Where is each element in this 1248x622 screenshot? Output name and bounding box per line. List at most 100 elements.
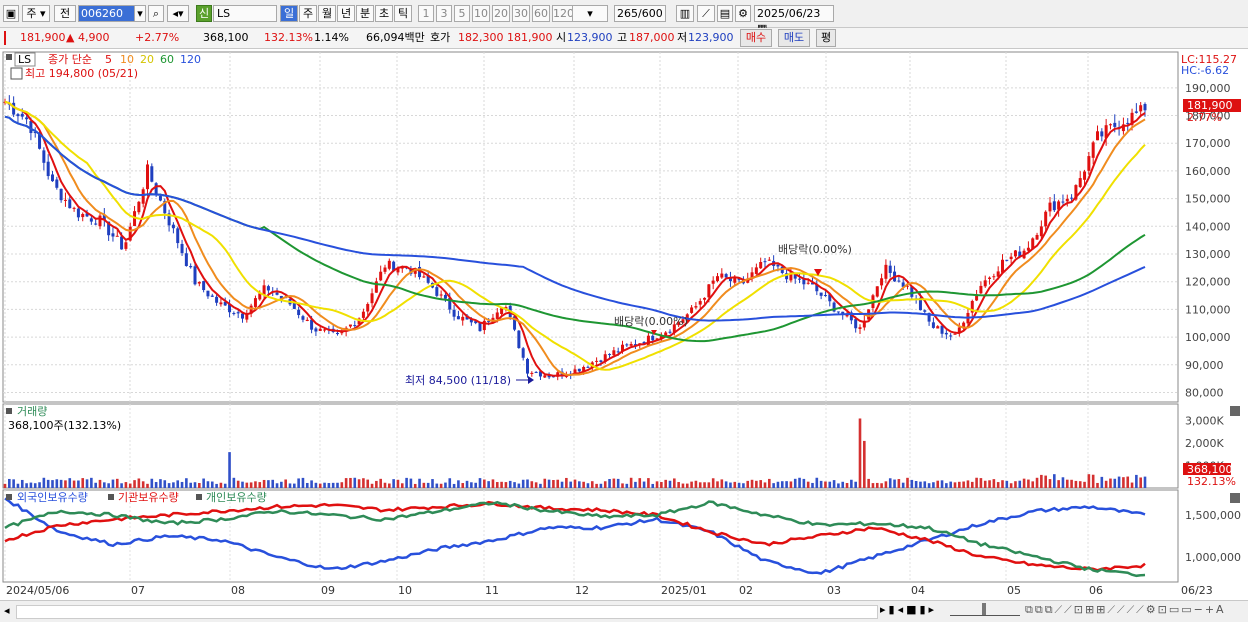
- volume-bar: [297, 478, 300, 488]
- stock-name-field[interactable]: LS: [213, 5, 277, 22]
- period-tab-2[interactable]: 월: [318, 5, 336, 22]
- volume-bar: [923, 481, 927, 488]
- chart-canvas[interactable]: 190,000180,000170,000160,000150,000140,0…: [0, 50, 1248, 600]
- period-tab-6[interactable]: 틱: [394, 5, 412, 22]
- trade-amount: 66,094백만: [366, 31, 425, 44]
- volume-bar: [111, 479, 115, 488]
- candle-body: [711, 280, 715, 284]
- volume-bar: [228, 452, 231, 488]
- volume-bar: [383, 482, 387, 488]
- volume-bar: [46, 479, 50, 488]
- volume-bar: [953, 482, 957, 488]
- speaker-icon[interactable]: ◂▾: [167, 5, 189, 22]
- stock-chart[interactable]: 190,000 180,000 170,000 160,000 150,000 140,0…: [0, 50, 1248, 600]
- volume-bar: [755, 480, 758, 488]
- candle-body: [370, 293, 374, 304]
- individual-menu-icon[interactable]: [196, 494, 202, 500]
- period-tab-3[interactable]: 년: [337, 5, 355, 22]
- interval-tab-30[interactable]: 30: [512, 5, 530, 22]
- current-price: 181,900: [20, 31, 66, 44]
- volume-bar: [1130, 482, 1134, 488]
- panel-menu-icon[interactable]: [6, 54, 12, 60]
- search-icon[interactable]: ⌕: [148, 5, 164, 22]
- candle-body: [1048, 202, 1052, 212]
- investor-menu-icon[interactable]: [6, 494, 12, 500]
- zoom-slider-handle[interactable]: [982, 603, 986, 615]
- volume-bar: [210, 481, 214, 488]
- volume-bar: [150, 478, 154, 488]
- lock-icon[interactable]: [10, 67, 23, 80]
- volume-menu-icon[interactable]: [6, 408, 12, 414]
- interval-tab-5[interactable]: 5: [454, 5, 470, 22]
- period-tab-4[interactable]: 분: [356, 5, 374, 22]
- interval-tab-120[interactable]: 120: [552, 5, 574, 22]
- interval-tab-10[interactable]: 10: [472, 5, 490, 22]
- interval-tab-3[interactable]: 3: [436, 5, 452, 22]
- interval-dropdown[interactable]: ▾: [572, 5, 608, 22]
- market-select[interactable]: 주 ▾: [22, 5, 50, 22]
- chevron-down-icon[interactable]: ▾: [134, 5, 146, 22]
- volume-bar: [448, 478, 452, 488]
- buy-button[interactable]: 매수: [740, 29, 772, 47]
- volume-bar: [55, 479, 59, 488]
- date-tick-label: 04: [911, 584, 925, 597]
- prev-button[interactable]: 전: [54, 5, 76, 22]
- gear-icon[interactable]: ⚙: [735, 5, 751, 22]
- interval-tab-60[interactable]: 60: [532, 5, 550, 22]
- candle-body: [495, 312, 499, 319]
- candle-body: [1052, 201, 1056, 211]
- investor-close-icon[interactable]: [1230, 493, 1240, 503]
- volume-bar: [949, 481, 952, 488]
- volume-bar: [258, 482, 262, 488]
- date-field[interactable]: 2025/06/23 ▦: [754, 5, 834, 35]
- panel-close-icon[interactable]: [1230, 406, 1240, 416]
- candle-icon[interactable]: ▥: [676, 5, 694, 22]
- window-icon[interactable]: ▣: [3, 5, 19, 22]
- volume-bar: [983, 480, 987, 488]
- period-tab-0[interactable]: 일: [280, 5, 298, 22]
- interval-tab-20[interactable]: 20: [492, 5, 510, 22]
- sell-button[interactable]: 매도: [778, 29, 810, 47]
- price-y-axis: 190,000180,000170,000160,000150,000140,0…: [1185, 82, 1231, 400]
- new-button[interactable]: 신: [196, 5, 212, 22]
- volume-bar: [362, 478, 365, 488]
- period-tab-5[interactable]: 초: [375, 5, 393, 22]
- candle-body: [12, 102, 16, 115]
- candle-body: [1139, 105, 1143, 112]
- count-field[interactable]: 265/600: [614, 5, 666, 22]
- candle-body: [461, 316, 465, 321]
- candle-body: [875, 286, 879, 297]
- volume-bar: [388, 483, 391, 488]
- volume-bar: [172, 482, 175, 488]
- volume-bar: [634, 481, 637, 488]
- eval-button[interactable]: 평: [816, 29, 836, 47]
- volume-bar: [677, 482, 680, 488]
- volume-bar: [815, 477, 819, 488]
- volume-bar: [64, 480, 67, 488]
- volume-bar: [1122, 477, 1125, 488]
- volume-bar: [975, 477, 978, 488]
- volume-bar: [271, 479, 275, 488]
- institution-menu-icon[interactable]: [108, 494, 114, 500]
- scroll-nav-icons[interactable]: ▸▮◂■▮▸: [880, 603, 937, 616]
- volume-bar: [733, 481, 737, 488]
- volume-bar: [487, 481, 490, 488]
- volume-bar: [1096, 482, 1099, 488]
- candle-body: [1044, 211, 1048, 227]
- cross-tool-icon[interactable]: ⟋: [697, 5, 715, 22]
- chart-scrollbar[interactable]: ◂ ▸▮◂■▮▸ ⧉⧉⧉⟋⟋⊡⊞⊞⟋⟋⟋⟋⚙⊡▭▭−+A: [0, 600, 1248, 622]
- stock-code-input[interactable]: 006260: [78, 5, 136, 22]
- candle-body: [158, 196, 162, 201]
- interval-tab-1[interactable]: 1: [418, 5, 434, 22]
- candle-body: [949, 335, 953, 337]
- drawing-tools-icons[interactable]: ⧉⧉⧉⟋⟋⊡⊞⊞⟋⟋⟋⟋⚙⊡▭▭−+A: [1025, 603, 1226, 617]
- scroll-track[interactable]: [16, 605, 878, 619]
- scroll-left-icon[interactable]: ◂: [4, 604, 10, 617]
- volume-bar: [897, 479, 901, 488]
- candle-body: [983, 280, 987, 287]
- period-tab-1[interactable]: 주: [299, 5, 317, 22]
- save-icon[interactable]: ▤: [717, 5, 733, 22]
- candle-body: [759, 262, 763, 269]
- volume-title: 거래량: [17, 405, 47, 418]
- volume-bar: [128, 483, 132, 488]
